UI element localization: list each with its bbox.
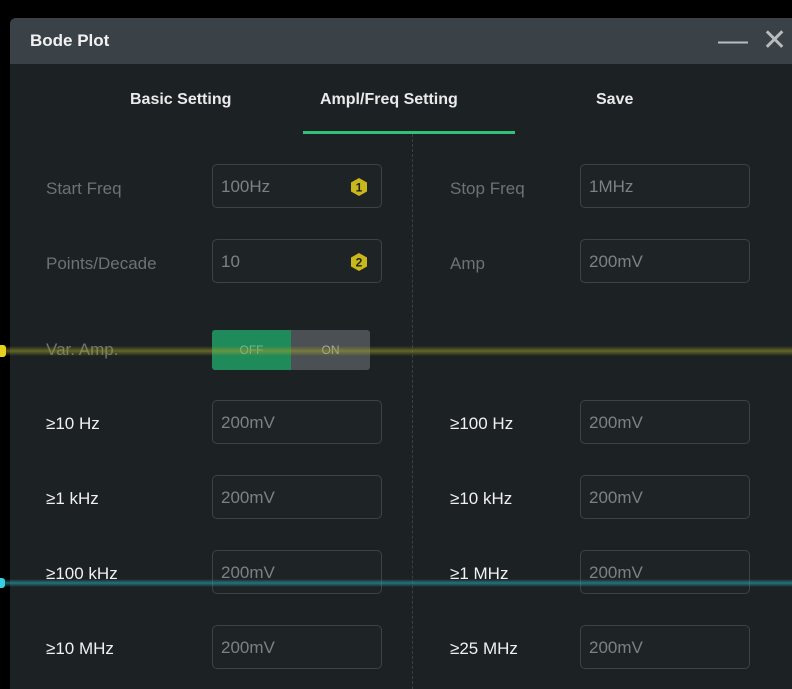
amp-row-value: 200mV (221, 638, 275, 657)
hint-2-number: 2 (356, 256, 363, 270)
amp-value: 200mV (589, 252, 643, 271)
amp-row-field[interactable]: 200mV (580, 400, 750, 444)
amp-row-field[interactable]: 200mV (212, 550, 382, 594)
title-bar[interactable]: Bode Plot — ✕ (10, 18, 792, 64)
tab-save[interactable]: Save (596, 91, 633, 109)
amp-field[interactable]: 200mV (580, 239, 750, 283)
grid-divider (412, 134, 413, 689)
amp-row-field[interactable]: 200mV (580, 475, 750, 519)
amp-row-value: 200mV (589, 488, 643, 507)
channel-1-trace (0, 346, 792, 356)
stop-freq-label: Stop Freq (450, 179, 525, 198)
hint-2-icon: 2 (351, 253, 367, 271)
tab-bar: Basic Setting Ampl/Freq Setting Save (10, 64, 792, 134)
amp-row-label: ≥10 Hz (46, 414, 100, 433)
amp-row-value: 200mV (589, 638, 643, 657)
stop-freq-field[interactable]: 1MHz (580, 164, 750, 208)
amp-row-label: ≥100 Hz (450, 414, 514, 433)
channel-2-marker[interactable] (0, 578, 5, 588)
start-freq-value: 100Hz (221, 177, 271, 196)
start-freq-label: Start Freq (46, 179, 122, 198)
amp-row-field[interactable]: 200mV (212, 625, 382, 669)
settings-panel: Start Freq 100Hz 1 Stop Freq 1MHz Points… (10, 134, 792, 689)
amp-row-label: ≥1 kHz (46, 489, 99, 508)
amp-row-label: ≥10 kHz (450, 489, 513, 508)
dialog-title: Bode Plot (30, 31, 110, 50)
minimize-icon[interactable]: — (718, 23, 748, 59)
amp-row-field[interactable]: 200mV (580, 550, 750, 594)
points-per-decade-value: 10 (221, 252, 240, 271)
start-freq-field[interactable]: 100Hz 1 (212, 164, 382, 208)
tab-basic-setting[interactable]: Basic Setting (130, 91, 231, 109)
channel-2-trace (0, 579, 792, 587)
amp-row-label: ≥10 MHz (46, 639, 114, 658)
amp-row-value: 200mV (221, 413, 275, 432)
hint-1-icon: 1 (351, 178, 367, 196)
close-icon[interactable]: ✕ (762, 23, 787, 59)
amp-row-field[interactable]: 200mV (580, 625, 750, 669)
amp-row-value: 200mV (589, 413, 643, 432)
amp-label: Amp (450, 254, 485, 273)
amp-row-field[interactable]: 200mV (212, 400, 382, 444)
points-per-decade-label: Points/Decade (46, 254, 157, 273)
stop-freq-value: 1MHz (589, 177, 634, 196)
tab-ampl-freq-setting[interactable]: Ampl/Freq Setting (320, 91, 458, 109)
channel-1-marker[interactable] (0, 345, 6, 357)
hint-1-number: 1 (356, 181, 363, 195)
points-per-decade-field[interactable]: 10 2 (212, 239, 382, 283)
amp-row-label: ≥25 MHz (450, 639, 518, 658)
amp-row-field[interactable]: 200mV (212, 475, 382, 519)
amp-row-value: 200mV (221, 488, 275, 507)
